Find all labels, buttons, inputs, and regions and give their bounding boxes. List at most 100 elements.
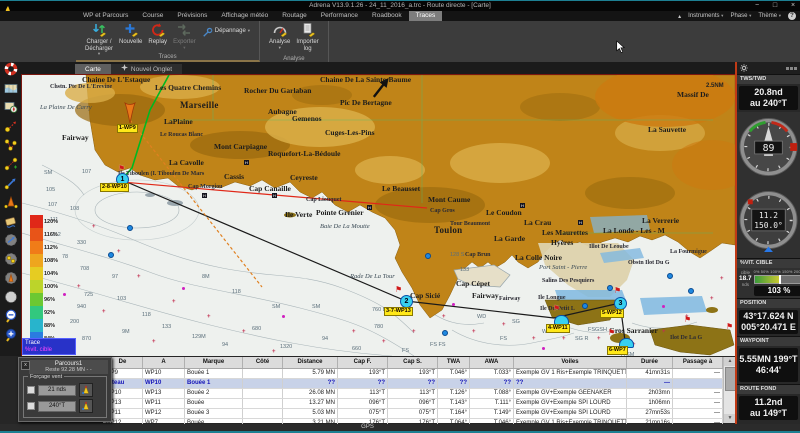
column-header-distance[interactable]: Distance [283,357,338,368]
maximize-button[interactable]: □ [770,1,780,11]
hazard-mark-icon: + [502,323,506,328]
column-header-dur-e[interactable]: Durée [627,357,673,368]
zoom-route-button[interactable] [0,233,22,252]
ribbon-tab-traces[interactable]: Traces [409,11,443,21]
zoom-in-button[interactable] [0,328,22,347]
d-pannage-icon [202,25,213,36]
boat-icon[interactable] [123,102,137,129]
legend-band: 96% [30,293,58,306]
ribbon-button-analyse[interactable]: Analyse▾ [266,21,293,51]
table-cell [243,399,283,408]
zoom-marks-button[interactable] [0,252,22,271]
chart-options-icon [4,100,18,119]
bearing-line-button[interactable] [0,176,22,195]
ribbon-tab-roadbook[interactable]: Roadbook [365,11,409,21]
append-waypoint-button[interactable] [0,119,22,138]
table-cell: WP10 [143,369,185,378]
column-header-marque[interactable]: Marque [185,357,243,368]
table-row[interactable]: WP11WP12Bouée 35.03 MN075°T075°TT.164°T.… [103,409,723,419]
exporter-icon [176,22,192,38]
zoom-boat-button[interactable] [0,271,22,290]
latitude-value: 43°17.624 N [739,311,798,322]
table-row[interactable]: WP10WP13Bouée 226.08 MN113°T113°TT.126°T… [103,389,723,399]
ribbon-tab-routage[interactable]: Routage [275,11,314,21]
map-label: Ceyreste [290,174,318,181]
table-cell: 5.79 MN [283,369,338,378]
column-header-c-t[interactable]: Côté [243,357,283,368]
table-row[interactable]: bateauWP10Bouée 1????????????— [103,379,723,389]
ribbon-tab-performance[interactable]: Performance [314,11,365,21]
zoom-out-button[interactable] [0,309,22,328]
edit-marks-button[interactable] [0,138,22,157]
ribbon-tab-wp-et-parcours[interactable]: WP et Parcours [76,11,135,21]
wind-dir-checkbox[interactable] [27,402,35,410]
ribbon-button-charger-d-charger[interactable]: Charger / Décharger▾ [82,21,116,57]
ribbon-button-nouvelle[interactable]: Nouvelle [116,21,145,47]
dock-handle-icon[interactable] [786,67,797,70]
hazard-mark-icon: + [412,330,416,335]
parcours-close-button[interactable]: x [21,361,30,370]
parcours-header[interactable]: Parcours1 Reste 92.28 MN - - [29,360,108,374]
zoom-window-icon [4,290,18,309]
wind-dir-mark-button[interactable] [79,399,93,413]
table-row[interactable]: WP13WP11Bouée13.27 MN096°T096°TT.143°T.1… [103,399,723,409]
open-chart-button[interactable] [0,81,22,100]
waypoint-value: 5.55MN 199°T 46:44' [739,348,798,382]
legend-percent-label: 92% [44,310,55,316]
tab-spacer [0,11,76,21]
helipad-icon: H [202,193,207,198]
legend-percent-label: 116% [44,232,58,238]
table-cell: WP13 [143,389,185,398]
map-label: Cap Liouquet [306,197,342,204]
close-button[interactable]: × [788,1,798,11]
erase-route-button[interactable] [0,214,22,233]
wind-speed-field[interactable]: 21 nds [38,385,76,396]
ribbon-tab-affichage-m-t-o[interactable]: Affichage météo [214,11,275,21]
map-label: La Cavolle [169,159,204,166]
column-header-twa[interactable]: TWA [438,357,470,368]
column-header-awa[interactable]: AWA [470,357,514,368]
ribbon-menu-phase[interactable]: Phase ▾ [730,13,751,19]
mob-lifebuoy-button[interactable] [0,62,22,81]
ribbon-button-d-pannage[interactable]: Dépannage▾ [199,23,253,38]
wind-dir-field[interactable]: 240°T [38,401,76,412]
table-row[interactable]: WP9WP10Bouée 15.79 MN193°T193°TT.046°T.0… [103,369,723,379]
table-cell: ?? [283,379,338,388]
sounding-value: 9M [122,330,130,335]
table-scrollbar[interactable]: ▲ ▼ [723,357,735,423]
column-header-cap-f[interactable]: Cap F. [338,357,388,368]
column-header-voiles[interactable]: Voiles [514,357,627,368]
ribbon-button-importer-log[interactable]: Importer log [293,21,321,53]
hazard-mark-icon: + [710,297,714,302]
table-cell: 1h06mn [627,399,673,408]
start-line-button[interactable] [0,195,22,214]
minimize-button[interactable]: − [752,1,762,11]
ribbon-tab-course[interactable]: Course [135,11,170,21]
light-mark-icon [63,293,66,296]
ribbon-right: ▴ Instruments ▾ Phase ▾ Thème ▾? [678,11,796,21]
insert-waypoint-button[interactable] [0,157,22,176]
collapse-ribbon-icon[interactable]: ▴ [678,13,681,20]
chart-view[interactable]: Chaine De L'EstaqueChstn. Pte De L'Erevi… [22,75,735,356]
tab-carte[interactable]: Carte [75,64,111,75]
ribbon-menu-instruments[interactable]: Instruments ▾ [688,13,723,19]
ribbon-button-label: Importer log [296,39,318,52]
ribbon-tab-pr-visions[interactable]: Prévisions [170,11,214,21]
wind-speed-mark-button[interactable] [79,383,93,397]
column-header-cap-s[interactable]: Cap S. [388,357,438,368]
column-header-passage[interactable]: Passage à [673,357,723,368]
zoom-window-button[interactable] [0,290,22,309]
column-header-a[interactable]: A [143,357,185,368]
ribbon-button-replay[interactable]: Replay [145,21,170,47]
chart-options-button[interactable] [0,100,22,119]
wind-speed-checkbox[interactable] [27,386,35,394]
table-cell [243,409,283,418]
hazard-mark-icon: + [720,277,724,282]
ribbon-menu-th-me[interactable]: Thème ▾ [758,13,781,19]
help-icon[interactable]: ? [788,12,796,20]
hazard-mark-icon: + [272,350,276,355]
adrena-window: Adrena V13.9.1.26 - 24_11_2016_a.trc - R… [0,0,800,433]
tab-nouvel-onglet[interactable]: Nouvel Onglet [111,64,182,75]
ribbon-button-label: Replay [148,39,167,46]
ribbon-group-analyse: Analyse▾Importer logAnalyse [260,21,329,62]
